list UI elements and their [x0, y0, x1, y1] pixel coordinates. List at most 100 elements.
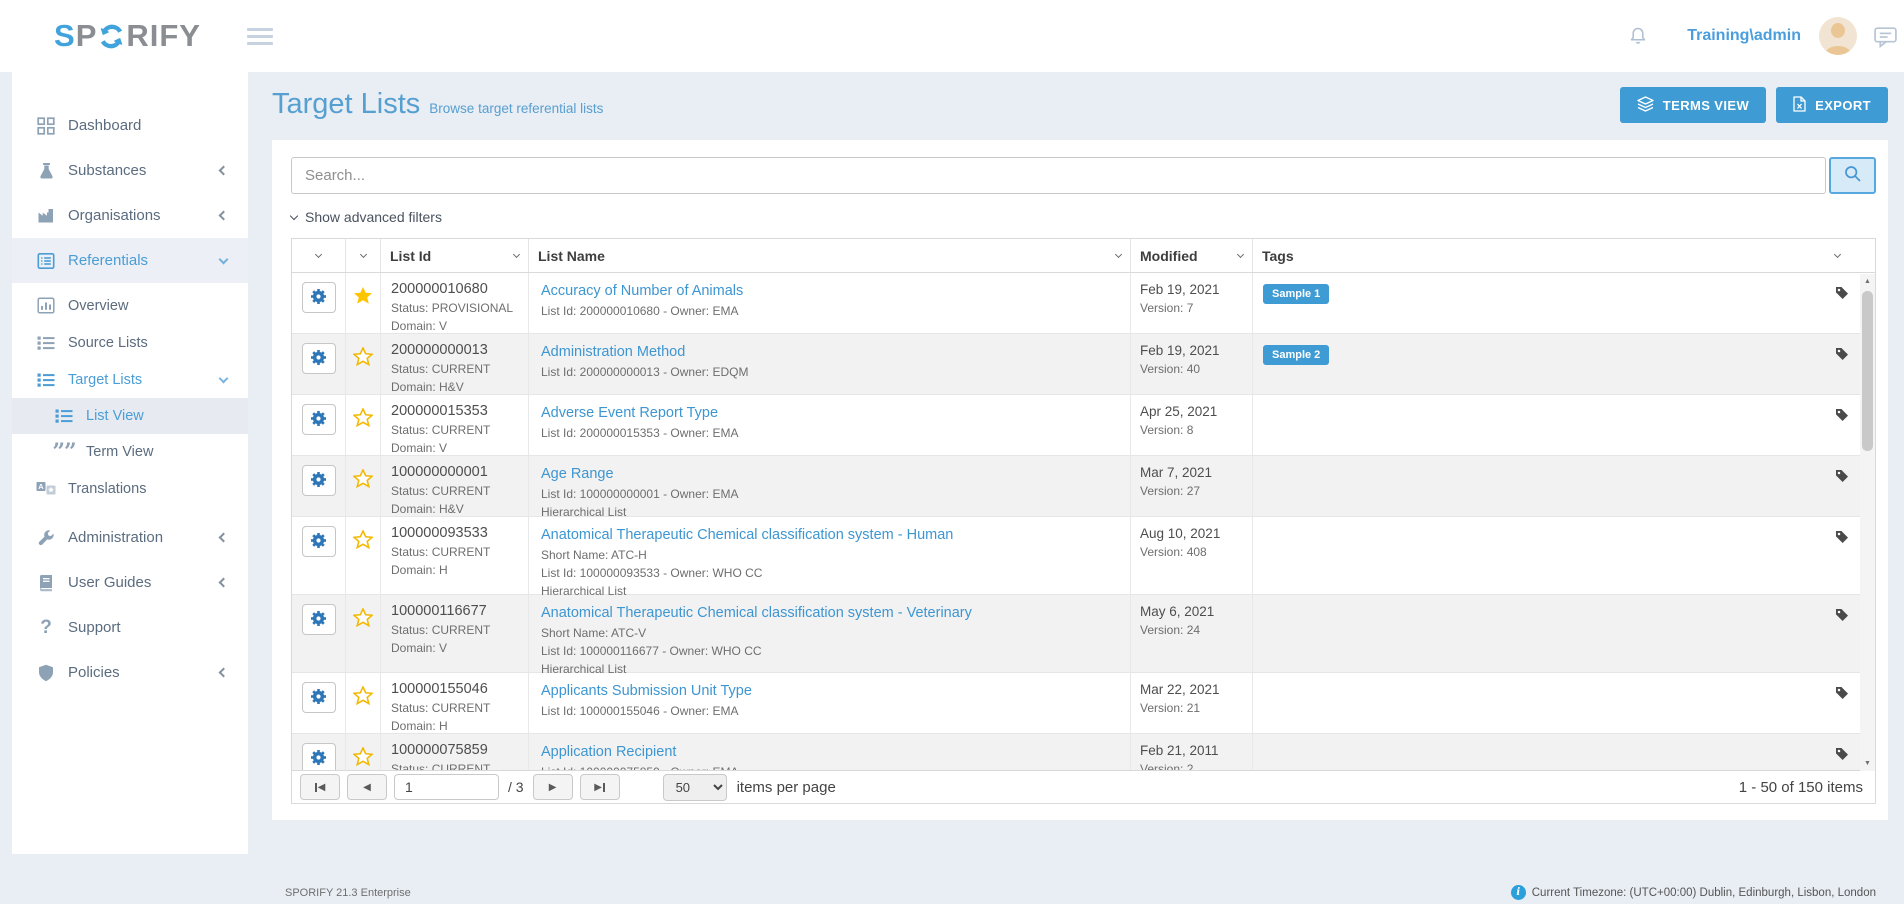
column-header-modified[interactable]: Modified — [1131, 239, 1253, 272]
sidebar-item-referentials[interactable]: Referentials — [12, 238, 248, 283]
row-settings-button[interactable] — [302, 465, 336, 496]
sidebar-item-support[interactable]: ?Support — [12, 605, 248, 650]
gear-icon — [309, 470, 328, 492]
user-menu[interactable]: Training\admin — [1687, 27, 1801, 45]
menu-toggle-button[interactable] — [247, 24, 273, 49]
table-scrollbar[interactable]: ▲ ▼ — [1860, 274, 1875, 771]
version-line: Version: 27 — [1140, 484, 1252, 498]
gear-icon — [309, 409, 328, 431]
items-per-page-label: items per page — [737, 779, 836, 796]
search-input[interactable] — [291, 157, 1826, 194]
favorite-star-icon[interactable] — [353, 408, 373, 432]
tag-icon[interactable] — [1835, 286, 1849, 305]
list-name-link[interactable]: Administration Method — [541, 345, 685, 360]
row-settings-button[interactable] — [302, 526, 336, 557]
page-header: Target ListsBrowse target referential li… — [272, 88, 603, 121]
favorite-star-icon[interactable] — [353, 469, 373, 493]
sidebar-item-substances[interactable]: Substances — [12, 148, 248, 193]
list-name-link[interactable]: Anatomical Therapeutic Chemical classifi… — [541, 528, 953, 543]
row-settings-button[interactable] — [302, 282, 336, 313]
scroll-down-arrow[interactable]: ▼ — [1860, 756, 1875, 771]
domain-line: Domain: H — [391, 563, 528, 577]
sidebar-item-user-guides[interactable]: User Guides — [12, 560, 248, 605]
owner-line: List Id: 200000015353 - Owner: EMA — [541, 426, 1130, 440]
notifications-bell-icon[interactable] — [1627, 26, 1649, 46]
scrollbar-thumb[interactable] — [1862, 291, 1873, 451]
favorite-star-icon[interactable] — [353, 747, 373, 770]
owner-line: List Id: 100000093533 - Owner: WHO CC — [541, 566, 1130, 580]
tag-icon[interactable] — [1835, 608, 1849, 627]
advanced-filters-toggle[interactable]: Show advanced filters — [291, 208, 1876, 226]
prev-page-button[interactable]: ◀ — [347, 774, 387, 800]
modified-date: Feb 19, 2021 — [1140, 282, 1252, 297]
row-settings-button[interactable] — [302, 682, 336, 713]
favorite-star-icon[interactable] — [353, 530, 373, 554]
version-line: Version: 408 — [1140, 545, 1252, 559]
favorite-star-icon[interactable] — [353, 686, 373, 710]
tag-badge[interactable]: Sample 2 — [1263, 345, 1329, 365]
domain-line: Domain: H&V — [391, 380, 528, 394]
status-line: Status: CURRENT — [391, 762, 528, 770]
column-header-list-name[interactable]: List Name — [529, 239, 1131, 272]
sidebar-item-overview[interactable]: Overview — [12, 287, 248, 324]
sidebar-item-translations[interactable]: ATranslations — [12, 470, 248, 507]
column-menu-favorite[interactable] — [346, 239, 381, 272]
avatar[interactable] — [1819, 17, 1857, 55]
page-title: Target Lists — [272, 88, 420, 120]
sidebar-item-target-lists[interactable]: Target Lists — [12, 361, 248, 398]
tag-icon[interactable] — [1835, 469, 1849, 488]
pagination-range: 1 - 50 of 150 items — [1739, 779, 1863, 796]
row-settings-button[interactable] — [302, 343, 336, 374]
list-icon — [34, 335, 58, 351]
search-button[interactable] — [1829, 157, 1876, 194]
list-name-link[interactable]: Age Range — [541, 467, 614, 482]
sidebar-item-administration[interactable]: Administration — [12, 515, 248, 560]
status-line: Status: CURRENT — [391, 623, 528, 637]
list-name-link[interactable]: Anatomical Therapeutic Chemical classifi… — [541, 606, 972, 621]
tag-icon[interactable] — [1835, 530, 1849, 549]
page-count-label: / 3 — [508, 779, 524, 795]
tag-icon[interactable] — [1835, 747, 1849, 766]
sidebar-item-list-view[interactable]: List View — [12, 398, 248, 434]
modified-date: Mar 7, 2021 — [1140, 465, 1252, 480]
favorite-star-icon[interactable] — [353, 286, 373, 310]
status-line: Status: CURRENT — [391, 484, 528, 498]
sidebar-item-dashboard[interactable]: Dashboard — [12, 103, 248, 148]
chat-icon[interactable] — [1873, 25, 1898, 48]
tag-badge[interactable]: Sample 1 — [1263, 284, 1329, 304]
page-number-input[interactable] — [394, 774, 499, 800]
items-per-page-select[interactable]: 50 — [663, 774, 727, 801]
favorite-star-icon[interactable] — [353, 608, 373, 632]
modified-date: Aug 10, 2021 — [1140, 526, 1252, 541]
export-button[interactable]: EXPORT — [1776, 87, 1888, 123]
column-header-tags[interactable]: Tags — [1253, 239, 1875, 272]
domain-line: Domain: H — [391, 719, 528, 733]
table-row: 100000155046Status: CURRENTDomain: HAppl… — [292, 673, 1875, 734]
terms-view-button[interactable]: TERMS VIEW — [1620, 87, 1766, 123]
tag-icon[interactable] — [1835, 347, 1849, 366]
list-name-link[interactable]: Accuracy of Number of Animals — [541, 284, 743, 299]
column-header-list-id[interactable]: List Id — [381, 239, 529, 272]
row-settings-button[interactable] — [302, 604, 336, 635]
list-name-link[interactable]: Adverse Event Report Type — [541, 406, 718, 421]
last-page-button[interactable]: ▶ — [580, 774, 620, 800]
list-name-link[interactable]: Applicants Submission Unit Type — [541, 684, 752, 699]
scroll-up-arrow[interactable]: ▲ — [1860, 274, 1875, 289]
row-settings-button[interactable] — [302, 404, 336, 435]
column-menu-settings[interactable] — [292, 239, 346, 272]
table-row: 200000010680Status: PROVISIONALDomain: V… — [292, 273, 1875, 334]
row-settings-button[interactable] — [302, 743, 336, 770]
sidebar-item-organisations[interactable]: Organisations — [12, 193, 248, 238]
favorite-star-icon[interactable] — [353, 347, 373, 371]
chevron-left-icon — [219, 668, 229, 678]
sidebar-item-policies[interactable]: Policies — [12, 650, 248, 695]
table-row: 100000093533Status: CURRENTDomain: HAnat… — [292, 517, 1875, 595]
sidebar-item-term-view[interactable]: ””Term View — [12, 434, 248, 470]
next-page-button[interactable]: ▶ — [533, 774, 573, 800]
sidebar-item-source-lists[interactable]: Source Lists — [12, 324, 248, 361]
tag-icon[interactable] — [1835, 408, 1849, 427]
version-line: Version: 21 — [1140, 701, 1252, 715]
tag-icon[interactable] — [1835, 686, 1849, 705]
first-page-button[interactable]: ◀ — [300, 774, 340, 800]
list-name-link[interactable]: Application Recipient — [541, 745, 676, 760]
